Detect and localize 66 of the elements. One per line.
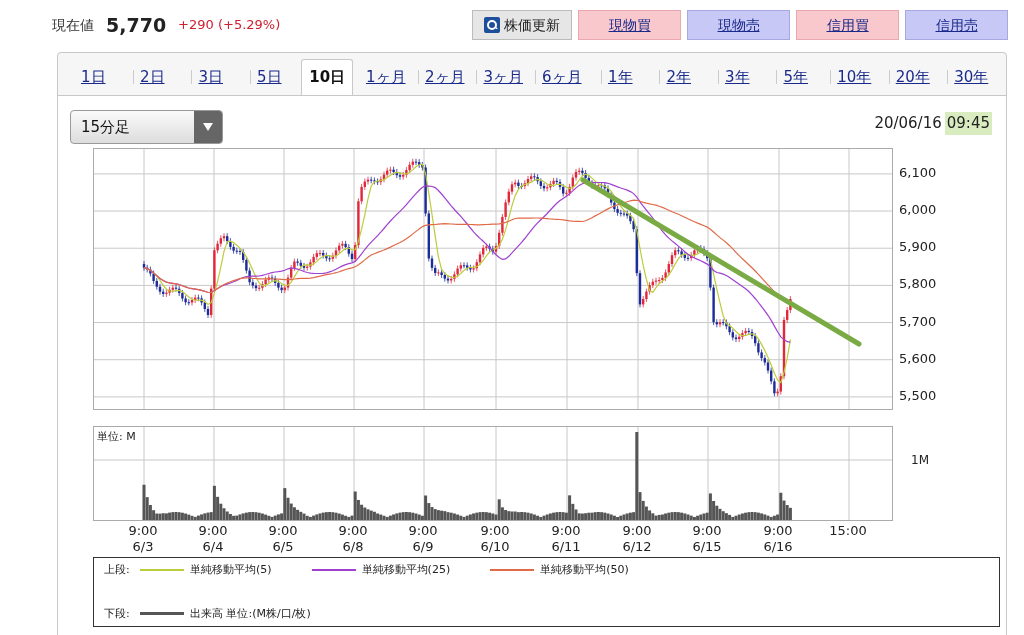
y-axis-label: 6,100 xyxy=(899,165,937,179)
period-tab[interactable]: 30年 xyxy=(948,59,995,95)
chart-time: 09:45 xyxy=(944,112,992,135)
y-axis-label: 5,900 xyxy=(899,240,937,254)
x-axis-time: 9:00 xyxy=(551,523,581,539)
x-axis-time: 9:00 xyxy=(268,523,298,539)
period-tab[interactable]: 1年 xyxy=(601,59,639,95)
period-tab[interactable]: 6ヶ月 xyxy=(535,59,588,95)
y-axis-label: 5,600 xyxy=(899,351,937,365)
volume-unit-label: 単位: M xyxy=(97,429,136,445)
refresh-icon xyxy=(484,17,500,33)
period-tab[interactable]: 20年 xyxy=(889,59,936,95)
period-tab[interactable]: 10日 xyxy=(301,59,354,95)
legend-line-label: 単純移動平均(5) xyxy=(190,562,272,578)
y-axis-label: 5,500 xyxy=(899,388,937,402)
x-axis-date: 6/5 xyxy=(272,539,294,555)
period-tab[interactable]: 2日 xyxy=(133,59,171,95)
legend-line-label: 単純移動平均(25) xyxy=(361,562,451,578)
x-axis-date: 6/12 xyxy=(622,539,652,555)
x-axis-time: 9:00 xyxy=(763,523,793,539)
x-axis-time: 9:00 xyxy=(408,523,438,539)
x-axis-time: 9:00 xyxy=(338,523,368,539)
x-axis-time: 15:00 xyxy=(829,523,867,539)
x-axis-time: 9:00 xyxy=(692,523,722,539)
y-axis-label: 5,700 xyxy=(899,314,937,328)
x-axis-date: 6/4 xyxy=(202,539,224,555)
period-tab[interactable]: 1日 xyxy=(74,59,112,95)
x-axis-time: 9:00 xyxy=(622,523,652,539)
period-tab[interactable]: 3年 xyxy=(718,59,756,95)
legend-line-label: 単純移動平均(50) xyxy=(540,562,629,578)
x-axis-date: 6/10 xyxy=(480,539,510,555)
interval-dropdown[interactable]: 15分足 xyxy=(70,110,223,144)
period-tab[interactable]: 10年 xyxy=(831,59,878,95)
x-axis-date: 6/3 xyxy=(132,539,154,555)
y-axis-label: 6,000 xyxy=(899,203,937,217)
period-tab[interactable]: 3ヶ月 xyxy=(477,59,529,95)
current-price-label: 現在値 xyxy=(52,15,94,35)
legend-volume-label: 出来高 単位:(M株/口/枚) xyxy=(190,605,311,622)
x-axis-time: 9:00 xyxy=(128,523,158,539)
trade-button[interactable]: 現物買 xyxy=(578,10,681,40)
current-price: 5,770 xyxy=(106,12,167,38)
x-axis-time: 9:00 xyxy=(480,523,510,539)
period-tab[interactable]: 5年 xyxy=(777,59,814,95)
trade-button[interactable]: 信用買 xyxy=(796,10,899,40)
trade-button[interactable]: 現物売 xyxy=(687,10,790,40)
period-tab[interactable]: 1ヶ月 xyxy=(359,59,412,95)
x-axis-date: 6/9 xyxy=(412,539,434,555)
y-axis-label: 5,800 xyxy=(899,277,937,291)
period-tab[interactable]: 5日 xyxy=(250,59,288,95)
x-axis-date: 6/16 xyxy=(763,539,793,555)
trade-button[interactable]: 信用売 xyxy=(905,10,1008,40)
period-tab[interactable]: 2年 xyxy=(660,59,697,95)
price-change: +290 (+5.29%) xyxy=(178,16,281,35)
caret-icon xyxy=(194,111,222,143)
legend-volume-swatch xyxy=(140,612,184,616)
refresh-button[interactable]: 株価更新 xyxy=(472,10,572,40)
chart-date: 20/06/16 xyxy=(874,113,942,134)
x-axis-date: 6/8 xyxy=(342,539,364,555)
period-tab[interactable]: 3日 xyxy=(192,59,229,95)
volume-axis-label: 1M xyxy=(911,452,929,469)
x-axis-date: 6/11 xyxy=(551,539,581,555)
legend-lower-label: 下段: xyxy=(104,605,131,622)
legend-upper-label: 上段: xyxy=(104,562,131,578)
period-tab[interactable]: 2ヶ月 xyxy=(418,59,471,95)
x-axis-date: 6/15 xyxy=(692,539,722,555)
x-axis-time: 9:00 xyxy=(198,523,228,539)
